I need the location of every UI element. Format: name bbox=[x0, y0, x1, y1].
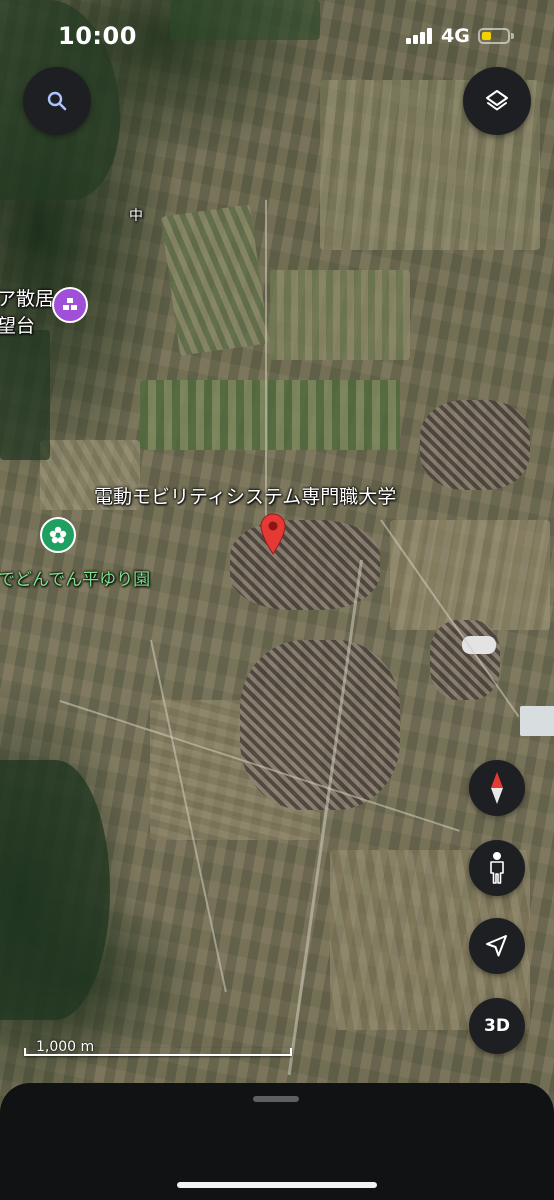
navigation-arrow-icon bbox=[486, 935, 507, 957]
network-type: 4G bbox=[441, 25, 470, 47]
battery-tip bbox=[511, 33, 514, 39]
search-icon bbox=[47, 91, 67, 111]
flower-icon bbox=[49, 526, 67, 544]
street-view-button[interactable] bbox=[469, 840, 525, 896]
village-area bbox=[430, 620, 500, 700]
place-label-small[interactable]: 中 bbox=[129, 205, 143, 225]
field-patch bbox=[270, 270, 410, 360]
my-location-button[interactable] bbox=[469, 918, 525, 974]
3d-toggle-button[interactable]: 3D bbox=[469, 998, 525, 1054]
viewpoint-icon bbox=[63, 298, 77, 310]
selected-place-label[interactable]: 電動モビリティシステム専門職大学 bbox=[94, 482, 396, 509]
layers-button[interactable] bbox=[463, 67, 531, 135]
field-patch bbox=[140, 380, 400, 450]
home-indicator[interactable] bbox=[177, 1182, 377, 1188]
road bbox=[265, 200, 267, 530]
field-patch bbox=[160, 204, 270, 356]
signal-strength-icon bbox=[406, 28, 432, 44]
battery-icon bbox=[478, 28, 510, 44]
layers-icon bbox=[486, 90, 508, 111]
forest-patch bbox=[170, 0, 320, 40]
scale-bar bbox=[24, 1048, 292, 1056]
compass-button[interactable] bbox=[469, 760, 525, 816]
pegman-icon bbox=[490, 852, 504, 884]
bottom-sheet[interactable] bbox=[0, 1083, 554, 1200]
compass-icon bbox=[491, 772, 503, 804]
village-area bbox=[420, 400, 530, 490]
poi-label-viewpoint-line1[interactable]: ア散居 bbox=[0, 284, 54, 311]
forest-patch bbox=[0, 760, 110, 1020]
viewpoint-poi-marker[interactable] bbox=[52, 287, 88, 323]
search-button[interactable] bbox=[23, 67, 91, 135]
forest-patch bbox=[0, 330, 50, 460]
garden-poi-marker[interactable] bbox=[40, 517, 76, 553]
park-label[interactable]: でどんでん平ゆり園 bbox=[0, 565, 150, 590]
building-roof bbox=[520, 706, 554, 736]
field-patch bbox=[390, 520, 550, 630]
poi-label-viewpoint-line2[interactable]: 望台 bbox=[0, 311, 35, 338]
sheet-drag-handle[interactable] bbox=[253, 1096, 299, 1102]
location-pin-icon[interactable] bbox=[258, 511, 288, 555]
status-time: 10:00 bbox=[58, 22, 137, 50]
